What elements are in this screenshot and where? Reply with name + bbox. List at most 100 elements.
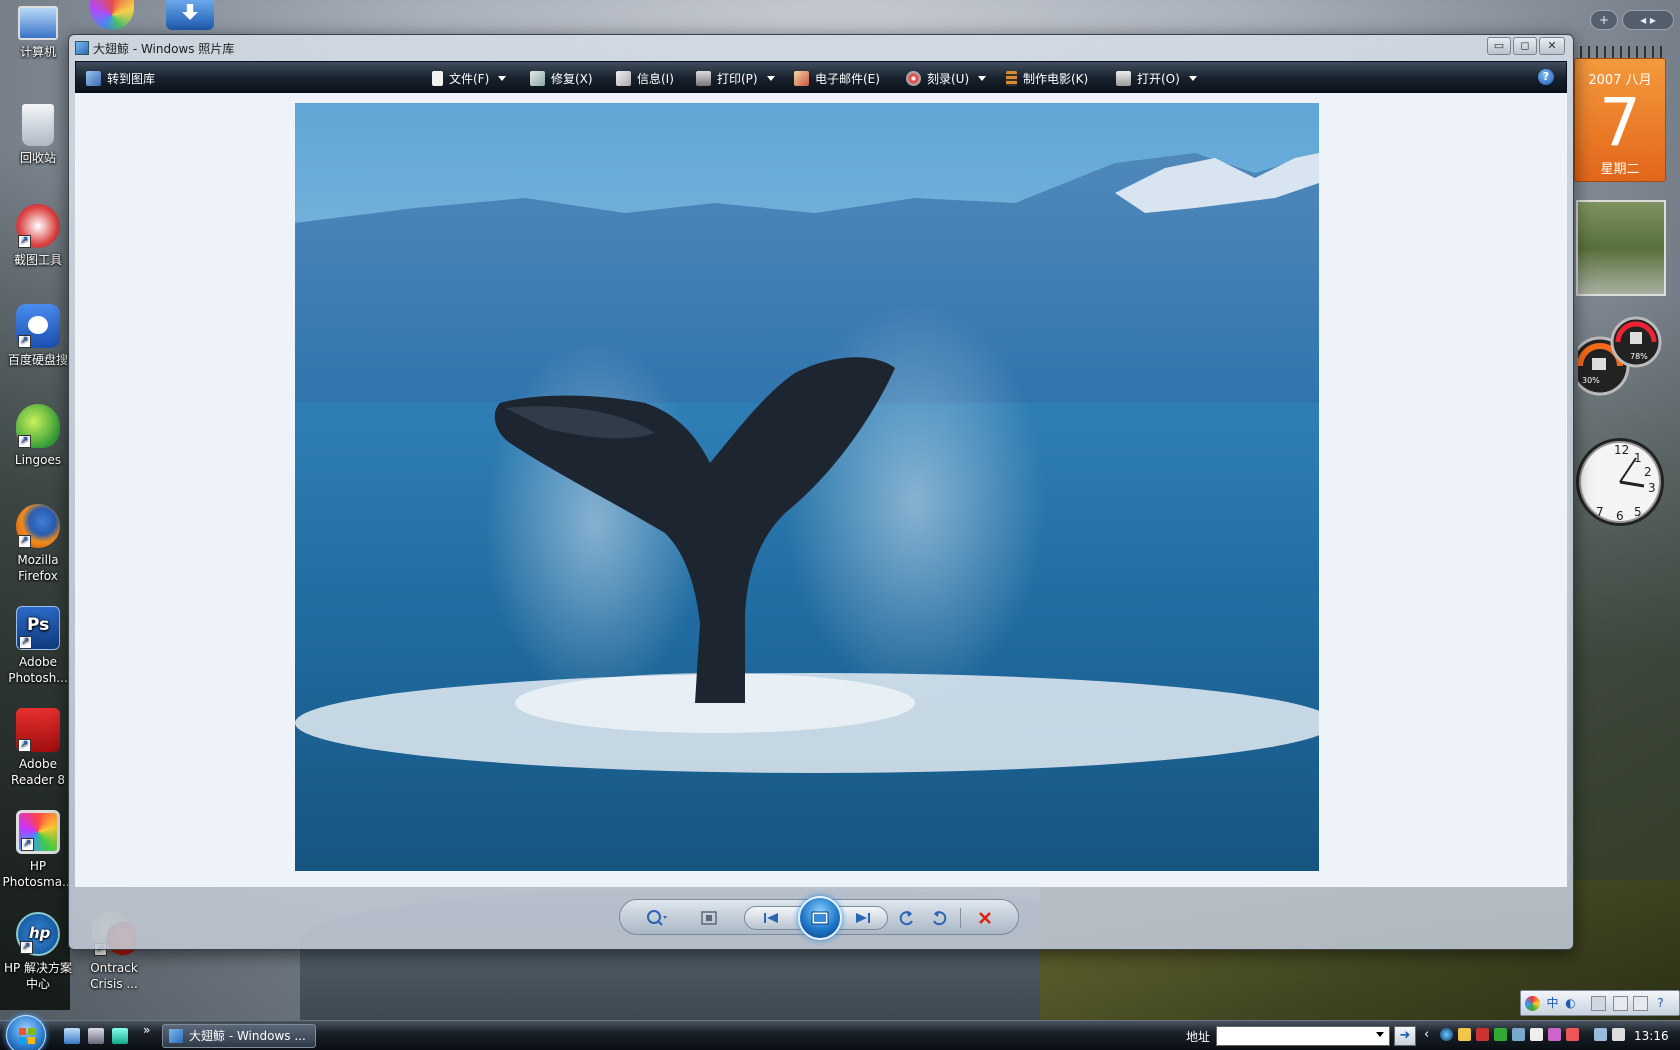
info-icon <box>616 70 631 86</box>
tray-app-icon[interactable] <box>1512 1028 1525 1041</box>
tray-expand-button[interactable]: ‹ <box>1424 1027 1429 1042</box>
chevron-down-icon <box>978 75 987 81</box>
clock-number-6: 6 <box>1616 509 1624 523</box>
whale-tail-photo[interactable] <box>295 103 1319 871</box>
taskbar-clock[interactable]: 13:16 <box>1634 1029 1669 1043</box>
info-button[interactable]: 信息(I) <box>616 69 674 87</box>
previous-button[interactable] <box>760 908 782 928</box>
zoom-button[interactable] <box>646 908 668 928</box>
actual-size-button[interactable] <box>698 908 720 928</box>
add-gadget-button[interactable]: + <box>1590 10 1618 30</box>
maximize-button[interactable]: ◻ <box>1513 37 1537 55</box>
clock-number-5: 5 <box>1634 505 1642 519</box>
rotate-counterclockwise-button[interactable] <box>896 908 918 928</box>
settings-icon[interactable] <box>1613 996 1628 1011</box>
tray-network-icon[interactable] <box>1594 1028 1607 1041</box>
desktop-icon-hp-photosmart[interactable]: HP Photosma... <box>0 810 76 890</box>
open-icon <box>1116 70 1131 86</box>
open-menu-button[interactable]: 打开(O) <box>1116 69 1197 87</box>
tool-icon[interactable] <box>1633 996 1648 1011</box>
tray-app-icon[interactable] <box>1476 1028 1489 1041</box>
desktop-icon-photoshop[interactable]: Ps Adobe Photosh... <box>0 606 76 686</box>
computer-icon <box>18 6 58 40</box>
file-menu-label: 文件(F) <box>449 71 490 86</box>
sidebar-prev-next-button[interactable]: ◂ ▸ <box>1622 10 1674 30</box>
goto-gallery-button[interactable]: 转到图库 <box>86 69 155 87</box>
desktop-icon-recycle-bin[interactable]: 回收站 <box>0 104 76 166</box>
fix-label: 修复(X) <box>551 71 593 86</box>
fix-button[interactable]: 修复(X) <box>530 69 593 87</box>
tray-app-icon[interactable] <box>1530 1028 1543 1041</box>
shortcut-arrow-icon <box>18 533 31 549</box>
chevron-down-icon[interactable] <box>1376 1032 1384 1037</box>
window-titlebar[interactable]: 大翅鲸 - Windows 照片库 ▭ ◻ ✕ <box>69 35 1573 61</box>
desktop-icon-partial-2[interactable] <box>166 0 214 30</box>
cpu-meter-left-value: 30% <box>1582 376 1600 385</box>
print-menu-button[interactable]: 打印(P) <box>696 69 775 87</box>
next-icon <box>856 913 870 923</box>
desktop-icon-adobe-reader[interactable]: Adobe Reader 8 <box>0 708 76 788</box>
slideshow-gadget[interactable] <box>1576 200 1666 296</box>
minimize-button[interactable]: ▭ <box>1487 37 1511 55</box>
tray-app-icon[interactable] <box>1494 1028 1507 1041</box>
desktop-icon-hp-solution-center[interactable]: hp HP 解决方案中心 <box>0 912 76 992</box>
burn-menu-button[interactable]: 刻录(U) <box>906 69 987 87</box>
show-desktop-icon[interactable] <box>64 1028 80 1044</box>
quicklaunch-more-button[interactable]: » <box>143 1023 150 1037</box>
desktop-icon-label: 计算机 <box>19 45 56 59</box>
cpu-meter-gadget[interactable]: 30% 78% <box>1570 314 1666 404</box>
email-button[interactable]: 电子邮件(E) <box>794 69 880 87</box>
desktop-icon-baidu[interactable]: 百度硬盘搜 <box>0 304 76 368</box>
cpu-meter-dials <box>1570 316 1662 396</box>
help-button[interactable]: ? <box>1538 69 1554 85</box>
desktop-icon-computer[interactable]: 计算机 <box>0 6 76 60</box>
address-go-button[interactable]: ➜ <box>1394 1026 1416 1046</box>
desktop-icon-label: Adobe Reader 8 <box>11 757 65 787</box>
address-input[interactable] <box>1216 1026 1390 1046</box>
play-slideshow-button[interactable] <box>798 896 842 940</box>
desktop-icon-partial-1[interactable] <box>90 0 134 30</box>
calendar-weekday: 星期二 <box>1600 162 1640 177</box>
desktop-icon-label: HP Photosma... <box>2 859 74 889</box>
desktop-icon-lingoes[interactable]: Lingoes <box>0 404 76 468</box>
keyboard-icon[interactable] <box>1591 996 1606 1011</box>
desktop-icon-label: Mozilla Firefox <box>17 553 59 583</box>
ime-icon[interactable] <box>1525 996 1540 1011</box>
make-movie-button[interactable]: 制作电影(K) <box>1006 69 1088 87</box>
shortcut-arrow-icon <box>18 433 31 449</box>
burn-label: 刻录(U) <box>927 71 970 86</box>
zoom-icon <box>647 910 667 926</box>
calendar-gadget[interactable]: 2007 八月 7 星期二 <box>1574 58 1666 182</box>
switch-windows-icon[interactable] <box>88 1028 104 1044</box>
close-button[interactable]: ✕ <box>1539 37 1565 55</box>
tray-globe-icon[interactable] <box>1440 1028 1453 1041</box>
viewer-controls <box>619 896 1019 940</box>
next-button[interactable] <box>852 908 874 928</box>
start-button[interactable] <box>6 1015 46 1050</box>
make-movie-label: 制作电影(K) <box>1023 71 1089 86</box>
taskbar-window-button[interactable]: 大翅鲸 - Windows ... <box>162 1024 316 1048</box>
tray-app-icon[interactable] <box>1548 1028 1561 1041</box>
fix-icon <box>530 70 545 86</box>
delete-button[interactable] <box>974 908 996 928</box>
ime-chinese-button[interactable]: 中 <box>1545 996 1560 1011</box>
clock-number-12: 12 <box>1614 443 1629 457</box>
tray-volume-icon[interactable] <box>1612 1028 1625 1041</box>
clock-gadget[interactable]: 12 1 2 3 5 6 7 <box>1574 420 1666 545</box>
print-label: 打印(P) <box>717 71 758 86</box>
moon-icon[interactable]: ◐ <box>1563 996 1578 1011</box>
tray-app-icon[interactable] <box>1458 1028 1471 1041</box>
file-menu-button[interactable]: 文件(F) <box>432 69 507 87</box>
hp-logo-icon: hp <box>16 912 60 956</box>
desktop-icon-snipping-tool[interactable]: 截图工具 <box>0 204 76 268</box>
fit-window-icon <box>701 911 717 925</box>
quicklaunch-app-icon[interactable] <box>112 1028 128 1044</box>
rotate-clockwise-button[interactable] <box>928 908 950 928</box>
help-icon[interactable]: ? <box>1653 996 1668 1011</box>
disc-icon <box>906 70 921 86</box>
photo-gallery-window[interactable]: 大翅鲸 - Windows 照片库 ▭ ◻ ✕ 转到图库 文件(F) 修复(X)… <box>68 34 1574 950</box>
desktop-icon-firefox[interactable]: Mozilla Firefox <box>0 504 76 584</box>
tray-app-icon[interactable] <box>1566 1028 1579 1041</box>
desktop-icon-label: HP 解决方案中心 <box>3 961 73 991</box>
open-label: 打开(O) <box>1137 71 1180 86</box>
